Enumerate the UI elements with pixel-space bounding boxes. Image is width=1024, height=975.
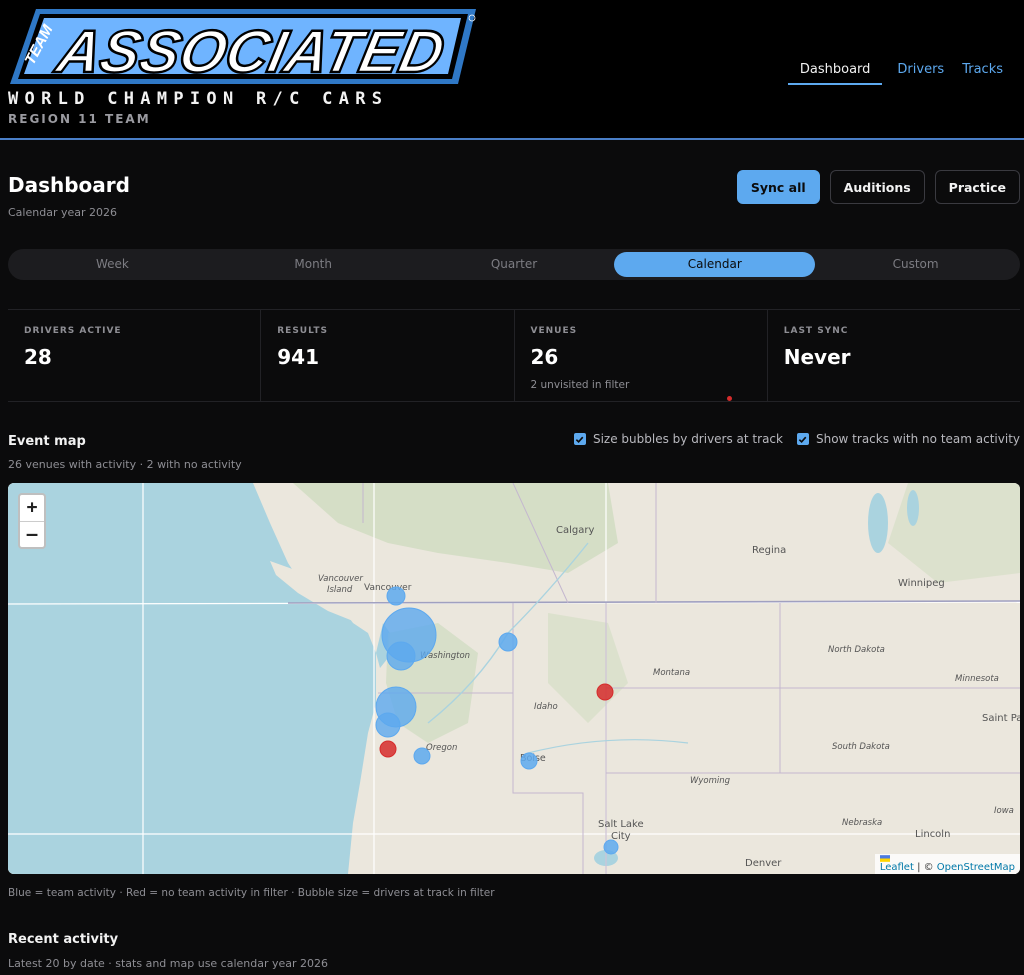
period-month[interactable]: Month [213, 252, 414, 277]
map-label: Nebraska [842, 818, 882, 828]
main-nav: Dashboard Drivers Tracks [787, 62, 1012, 85]
stat-last-sync: LAST SYNC Never [768, 310, 1020, 401]
map-label: Lincoln [915, 829, 950, 840]
zoom-control: + – [18, 493, 46, 549]
nav-drivers[interactable]: Drivers [888, 62, 953, 85]
brand-tagline: WORLD CHAMPION R/C CARS [8, 89, 389, 109]
stat-value: 26 [530, 345, 559, 369]
map-label: North Dakota [828, 645, 885, 655]
checkbox-checked-icon[interactable] [573, 433, 586, 445]
recent-activity-title: Recent activity [8, 932, 119, 947]
top-bar: ASSOCIATED TEAM WORLD CHAMPION R/C CARS … [0, 0, 1024, 140]
osm-link[interactable]: OpenStreetMap [937, 862, 1015, 873]
venue-bubble-active[interactable] [603, 839, 619, 855]
leaflet-link[interactable]: Leaflet [880, 862, 914, 873]
sync-all-button[interactable]: Sync all [736, 170, 820, 204]
auditions-button[interactable]: Auditions [829, 170, 925, 204]
map-label: Iowa [994, 806, 1014, 816]
event-map-title: Event map [8, 434, 86, 449]
logo-word: ASSOCIATED [49, 18, 450, 85]
stat-label: DRIVERS ACTIVE [24, 326, 122, 336]
period-quarter[interactable]: Quarter [414, 252, 615, 277]
zoom-out-button[interactable]: – [20, 522, 44, 548]
brand-logo[interactable]: ASSOCIATED TEAM [6, 6, 476, 88]
map-attribution: Leaflet | © OpenStreetMap [874, 854, 1020, 874]
map-label: Winnipeg [898, 578, 945, 589]
nav-dashboard[interactable]: Dashboard [787, 62, 883, 85]
checkbox-checked-icon[interactable] [796, 433, 809, 445]
map-label: Minnesota [955, 674, 999, 684]
show-inactive-option[interactable]: Show tracks with no team activity [796, 432, 1020, 446]
event-map-subtitle: 26 venues with activity · 2 with no acti… [8, 458, 242, 471]
map-label: Vancouver [318, 574, 363, 584]
stat-venues: VENUES 26 2 unvisited in filter [515, 310, 768, 401]
stat-value: 28 [24, 345, 52, 369]
venue-bubble-inactive[interactable] [596, 683, 614, 701]
period-custom[interactable]: Custom [815, 252, 1016, 277]
stat-label: RESULTS [277, 326, 328, 336]
map-label: Island [327, 585, 353, 595]
ukraine-flag-icon [879, 855, 890, 862]
stat-label: LAST SYNC [783, 326, 849, 336]
region-label: REGION 11 TEAM [8, 112, 151, 126]
map-options: Size bubbles by drivers at track Show tr… [573, 432, 1020, 446]
stat-value: 941 [277, 345, 319, 369]
map-label: Montana [653, 668, 690, 678]
show-inactive-label: Show tracks with no team activity [815, 432, 1020, 446]
map-label: Calgary [556, 525, 594, 536]
map-label: Salt Lake [598, 819, 644, 830]
action-buttons: Sync all Auditions Practice [736, 170, 1020, 204]
size-bubbles-label: Size bubbles by drivers at track [592, 432, 783, 446]
stat-drivers-active: DRIVERS ACTIVE 28 [8, 310, 262, 401]
map-label: Wyoming [690, 776, 731, 786]
event-map[interactable]: Calgary Regina Winnipeg Vancouver Island… [8, 483, 1020, 874]
stats-row: DRIVERS ACTIVE 28 RESULTS 941 VENUES 26 … [8, 309, 1020, 402]
map-tiles[interactable]: Calgary Regina Winnipeg Vancouver Island… [8, 483, 1020, 874]
venue-bubble-active[interactable] [375, 712, 401, 738]
page-subtitle: Calendar year 2026 [8, 206, 117, 219]
page-title: Dashboard [8, 173, 130, 197]
venue-bubble-active[interactable] [386, 641, 416, 671]
stat-note: 2 unvisited in filter [530, 379, 630, 391]
stat-label: VENUES [530, 326, 578, 336]
practice-button[interactable]: Practice [934, 170, 1020, 204]
stat-results: RESULTS 941 [261, 310, 515, 401]
recent-activity-subtitle: Latest 20 by date · stats and map use ca… [8, 957, 329, 970]
venue-bubble-active[interactable] [413, 747, 431, 765]
period-week[interactable]: Week [12, 252, 213, 277]
venue-bubble-active[interactable] [520, 752, 538, 770]
venue-bubble-inactive[interactable] [379, 740, 397, 758]
map-label: Idaho [534, 702, 558, 712]
map-label: South Dakota [832, 742, 890, 752]
attribution-separator: | © [913, 862, 937, 873]
stat-value: Never [783, 345, 851, 369]
venue-bubble-active[interactable] [386, 586, 406, 606]
map-label: Regina [752, 545, 786, 556]
size-bubbles-option[interactable]: Size bubbles by drivers at track [573, 432, 783, 446]
map-label: Oregon [426, 743, 457, 753]
alert-dot [726, 396, 732, 401]
map-legend: Blue = team activity · Red = no team act… [8, 887, 495, 899]
nav-tracks[interactable]: Tracks [953, 62, 1012, 85]
venue-bubble-active[interactable] [498, 632, 518, 652]
period-selector: Week Month Quarter Calendar Custom [8, 249, 1020, 280]
zoom-in-button[interactable]: + [20, 495, 44, 522]
period-calendar[interactable]: Calendar [614, 252, 816, 277]
map-label: Saint Pa [982, 713, 1020, 724]
map-label: Denver [745, 858, 782, 869]
